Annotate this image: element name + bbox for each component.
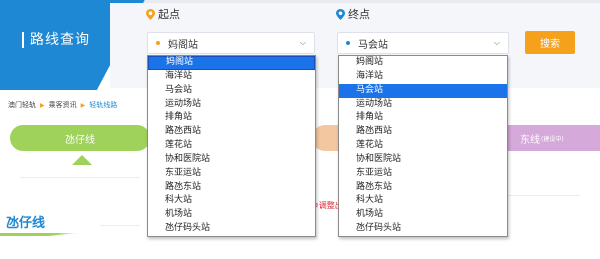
search-button[interactable]: 搜索 [525,31,575,54]
dropdown-option[interactable]: 海洋站 [339,70,507,84]
dropdown-option[interactable]: 莲花站 [339,139,507,153]
origin-label: 起点 [158,8,180,21]
dropdown-option[interactable]: 路氹西站 [339,125,507,139]
dropdown-option[interactable]: 妈阁站 [148,56,315,70]
destination-dropdown-list[interactable]: 妈阁站 海洋站 马会站 运动场站 排角站 路氹西站 莲花站 协和医院站 东亚运站… [338,55,508,237]
dropdown-option[interactable]: 路氹东站 [339,181,507,195]
breadcrumb-arrow-icon: ▶ [40,101,45,109]
origin-pin-icon [146,8,155,20]
route-search-title: 路线查询 [30,32,90,48]
dropdown-option[interactable]: 机场站 [148,208,315,222]
dropdown-option[interactable]: 路氹西站 [148,125,315,139]
destination-dot-icon [346,41,350,45]
dropdown-option[interactable]: 排角站 [339,111,507,125]
banner-accent-bar [22,32,24,48]
destination-pin-icon [336,8,345,20]
origin-selected-value: 妈阁站 [168,39,198,51]
active-tab-indicator-icon [72,155,92,165]
chevron-down-icon: ⌵ [493,38,500,47]
dropdown-option[interactable]: 东亚运站 [148,167,315,181]
origin-dropdown-list[interactable]: 妈阁站 海洋站 马会站 运动场站 排角站 路氹西站 莲花站 协和医院站 东亚运站… [147,55,316,237]
origin-select[interactable]: 妈阁站 ⌵ [147,32,315,54]
destination-select[interactable]: 马会站 ⌵ [337,32,509,54]
tab-taipa-line[interactable]: 氹仔线 [10,125,150,151]
map-line [20,177,140,178]
map-line [100,225,140,226]
dropdown-option[interactable]: 氹仔码头站 [148,222,315,236]
dropdown-option[interactable]: 机场站 [339,208,507,222]
breadcrumb-item[interactable]: 澳门轻轨 [8,100,36,110]
breadcrumb-arrow-icon: ▶ [80,101,86,109]
dropdown-option[interactable]: 东亚运站 [339,167,507,181]
dropdown-option[interactable]: 妈阁站 [339,56,507,70]
origin-dot-icon [156,41,160,45]
dropdown-option[interactable]: 科大站 [148,194,315,208]
tab-east-line-label: 东线 [520,134,540,146]
destination-selected-value: 马会站 [358,39,388,51]
destination-label: 终点 [348,8,370,21]
tab-east-line-status: (建设中) [541,135,564,143]
dropdown-option[interactable]: 运动场站 [148,98,315,112]
origin-label-group: 起点 [146,6,180,22]
dropdown-option[interactable]: 马会站 [339,83,507,98]
chevron-down-icon: ⌵ [299,38,306,47]
dropdown-option[interactable]: 排角站 [148,111,315,125]
breadcrumb-item[interactable]: 乘客资讯 [49,100,77,110]
dropdown-option[interactable]: 氹仔码头站 [339,222,507,236]
dropdown-option[interactable]: 路氹东站 [148,181,315,195]
breadcrumb: 澳门轻轨 ▶ 乘客资讯 ▶ 轻轨线路 [8,100,117,110]
destination-label-group: 终点 [336,6,370,22]
section-title: 氹仔线 [6,216,46,231]
dropdown-option[interactable]: 运动场站 [339,98,507,112]
dropdown-option[interactable]: 协和医院站 [339,153,507,167]
breadcrumb-current[interactable]: 轻轨线路 [89,100,117,110]
dropdown-option[interactable]: 海洋站 [148,70,315,84]
dropdown-option[interactable]: 协和医院站 [148,153,315,167]
dropdown-option[interactable]: 莲花站 [148,139,315,153]
dropdown-option[interactable]: 科大站 [339,194,507,208]
dropdown-option[interactable]: 马会站 [148,84,315,98]
